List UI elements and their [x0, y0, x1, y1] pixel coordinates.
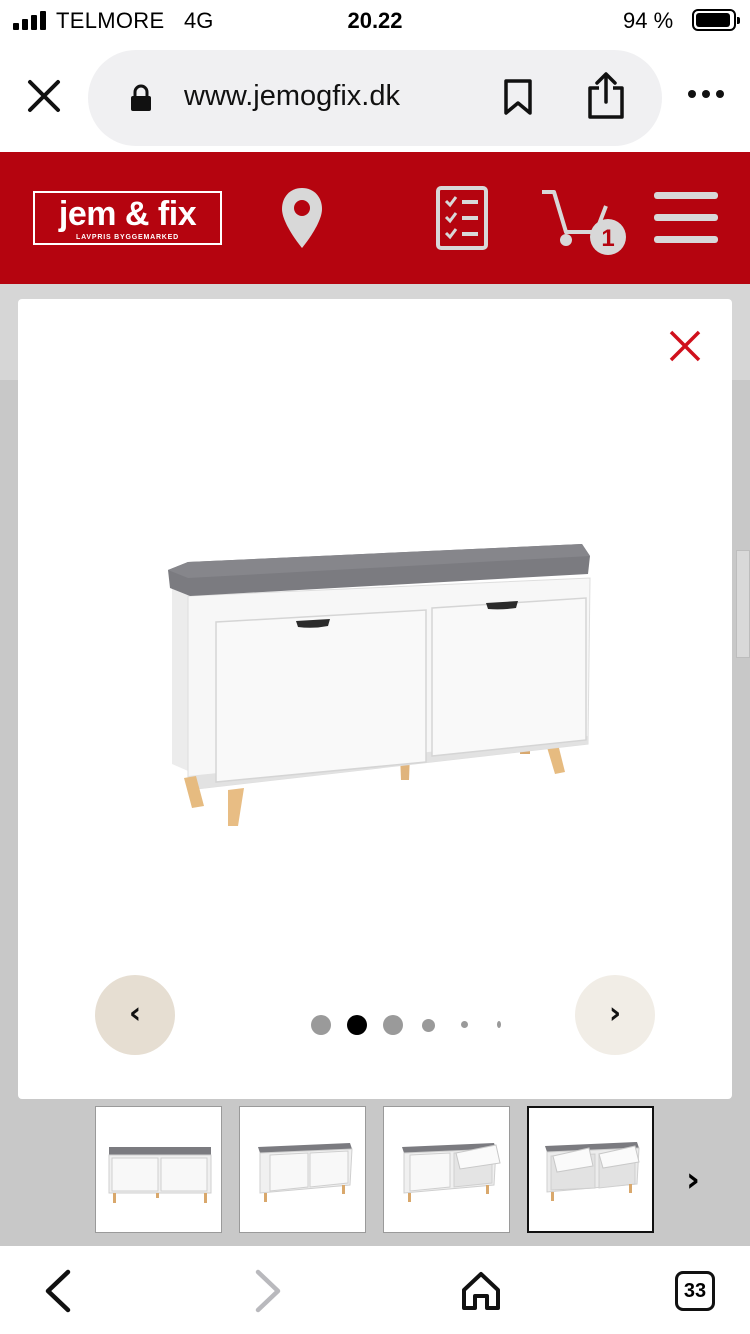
side-tab[interactable]	[736, 550, 750, 658]
gallery-dot[interactable]	[461, 1021, 468, 1028]
gallery-dot[interactable]	[497, 1021, 501, 1028]
gallery-dot[interactable]	[311, 1015, 331, 1035]
site-logo[interactable]: jem & fix LAVPRIS BYGGEMARKED	[33, 191, 222, 245]
thumbnail[interactable]	[239, 1106, 366, 1233]
cart-icon[interactable]: 1	[540, 188, 632, 258]
battery-icon	[692, 9, 740, 31]
product-image	[168, 544, 591, 826]
thumbnail-active[interactable]	[527, 1106, 654, 1233]
previous-image-button[interactable]: ‹	[95, 975, 175, 1055]
bookmark-icon[interactable]	[502, 78, 534, 116]
thumbnails-next-button[interactable]: ›	[678, 1160, 708, 1200]
battery-percent: 94 %	[623, 8, 674, 33]
thumbnail-image	[545, 1142, 640, 1201]
status-bar: TELMORE 4G 20.22 94 %	[0, 0, 750, 42]
thumbnail[interactable]	[383, 1106, 510, 1233]
location-pin-icon[interactable]	[280, 186, 324, 250]
more-icon[interactable]	[686, 90, 726, 100]
tabs-icon[interactable]: 33	[675, 1271, 715, 1311]
browser-url-bar: www.jemogfix.dk	[0, 42, 750, 152]
share-icon[interactable]	[585, 72, 627, 120]
thumbnail-image	[402, 1143, 501, 1202]
url-text[interactable]: www.jemogfix.dk	[184, 80, 400, 113]
close-icon[interactable]	[24, 76, 64, 116]
logo-text: jem & fix	[58, 195, 197, 233]
browser-toolbar: 33	[0, 1246, 750, 1334]
gallery-dot-active[interactable]	[347, 1015, 367, 1035]
hamburger-menu-icon[interactable]	[654, 192, 718, 244]
forward-arrow-icon[interactable]	[252, 1268, 286, 1314]
back-arrow-icon[interactable]	[40, 1268, 74, 1314]
thumbnail[interactable]	[95, 1106, 222, 1233]
gallery-dot[interactable]	[422, 1019, 435, 1032]
thumbnail-image	[258, 1143, 353, 1202]
thumbnail-image	[108, 1147, 212, 1203]
close-icon[interactable]	[668, 329, 702, 363]
gallery-dot[interactable]	[383, 1015, 403, 1035]
cart-count: 1	[601, 225, 614, 252]
lock-icon	[131, 84, 151, 111]
checklist-icon[interactable]	[435, 185, 489, 251]
logo-tagline: LAVPRIS BYGGEMARKED	[76, 234, 179, 241]
home-icon[interactable]	[460, 1270, 502, 1312]
next-image-button[interactable]: ›	[575, 975, 655, 1055]
image-gallery-modal: ‹ ›	[18, 299, 732, 1099]
site-header: jem & fix LAVPRIS BYGGEMARKED 1	[0, 152, 750, 284]
